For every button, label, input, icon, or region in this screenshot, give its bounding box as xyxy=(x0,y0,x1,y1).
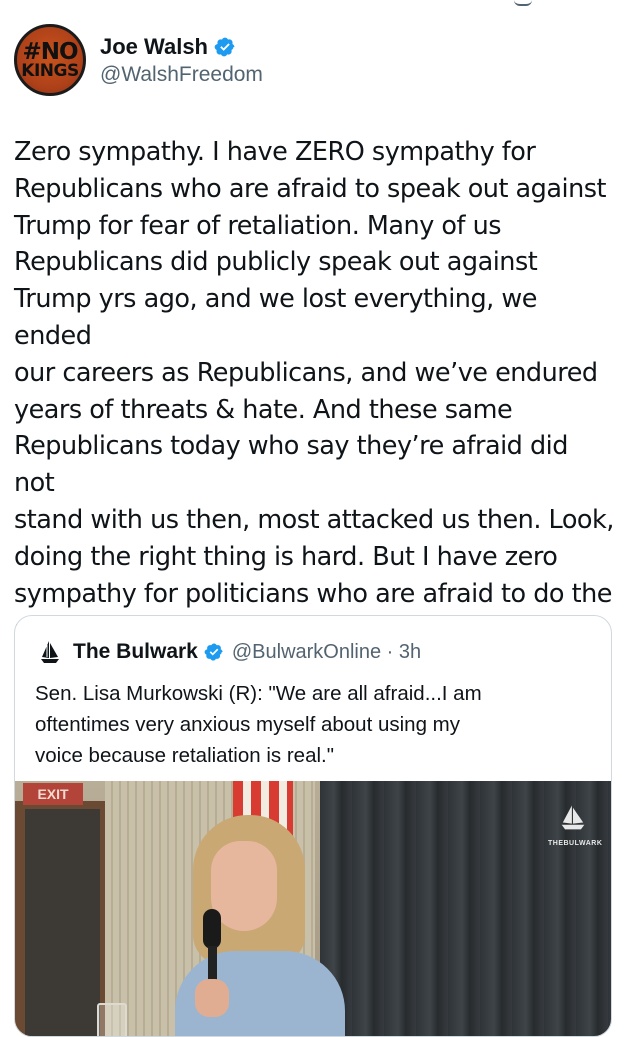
display-name-row: Joe Walsh xyxy=(100,33,263,61)
quote-tweet-card[interactable]: The Bulwark @BulwarkOnline · 3h Sen. Lis… xyxy=(14,615,612,1037)
author-names: Joe Walsh @WalshFreedom xyxy=(100,33,263,87)
author-handle[interactable]: @WalshFreedom xyxy=(100,63,263,87)
quote-text: Sen. Lisa Murkowski (R): "We are all afr… xyxy=(35,682,482,767)
exit-sign: EXIT xyxy=(23,783,83,805)
tweet-header: #NO KINGS Joe Walsh @WalshFreedom xyxy=(14,24,263,96)
author-display-name[interactable]: Joe Walsh xyxy=(100,34,208,60)
bulwark-watermark-icon xyxy=(561,805,585,830)
tweet-text: Zero sympathy. I have ZERO sympathy for … xyxy=(14,137,614,645)
media-window-pane xyxy=(25,809,100,1036)
verified-badge-icon xyxy=(214,37,235,57)
quote-header: The Bulwark @BulwarkOnline · 3h xyxy=(35,638,421,666)
quote-handle-time[interactable]: @BulwarkOnline · 3h xyxy=(232,641,421,664)
top-edge-fragment xyxy=(514,0,532,6)
bulwark-watermark-text: THEBULWARK xyxy=(548,840,603,847)
bulwark-logo-icon xyxy=(41,641,59,663)
water-glass xyxy=(97,1003,127,1036)
microphone-icon xyxy=(203,909,221,949)
avatar-text-line1: #NO xyxy=(22,39,78,65)
bulwark-watermark: THEBULWARK xyxy=(548,801,603,847)
quote-display-name[interactable]: The Bulwark xyxy=(73,640,198,664)
avatar-text-line2: KINGS xyxy=(21,61,79,81)
verified-badge-icon xyxy=(204,643,223,661)
avatar[interactable]: #NO KINGS xyxy=(14,24,86,96)
quote-video-thumbnail[interactable]: EXIT THEBULWARK xyxy=(15,781,611,1036)
speaker-hand xyxy=(195,979,229,1017)
